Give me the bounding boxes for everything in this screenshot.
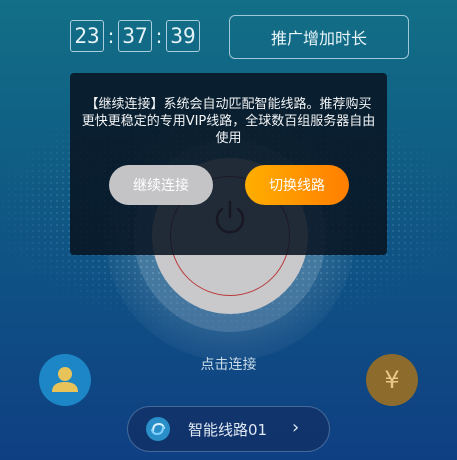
promote-extend-time-button[interactable]: 推广增加时长 xyxy=(229,15,409,59)
user-icon xyxy=(52,367,78,392)
upgrade-dialog: 【继续连接】系统会自动匹配智能线路。推荐购买更快更稳定的专用VIP线路，全球数百… xyxy=(70,73,387,255)
timer-separator: : xyxy=(155,24,163,48)
chevron-right-icon: › xyxy=(292,417,300,438)
dialog-message: 【继续连接】系统会自动匹配智能线路。推荐购买更快更稳定的专用VIP线路，全球数百… xyxy=(81,97,376,146)
continue-connect-button[interactable]: 继续连接 xyxy=(109,165,213,205)
switch-route-button[interactable]: 切换线路 xyxy=(245,165,349,205)
session-timer: 23 : 37 : 39 xyxy=(70,20,200,52)
profile-button[interactable] xyxy=(39,354,91,406)
timer-seconds: 39 xyxy=(166,20,200,52)
timer-minutes: 37 xyxy=(118,20,152,52)
route-label: 智能线路01 xyxy=(188,421,268,439)
timer-hours: 23 xyxy=(70,20,104,52)
yen-icon: ¥ xyxy=(384,366,400,394)
route-icon xyxy=(146,417,170,441)
timer-separator: : xyxy=(107,24,115,48)
recharge-button[interactable]: ¥ xyxy=(366,354,418,406)
route-selector[interactable]: 智能线路01 › xyxy=(127,406,330,452)
